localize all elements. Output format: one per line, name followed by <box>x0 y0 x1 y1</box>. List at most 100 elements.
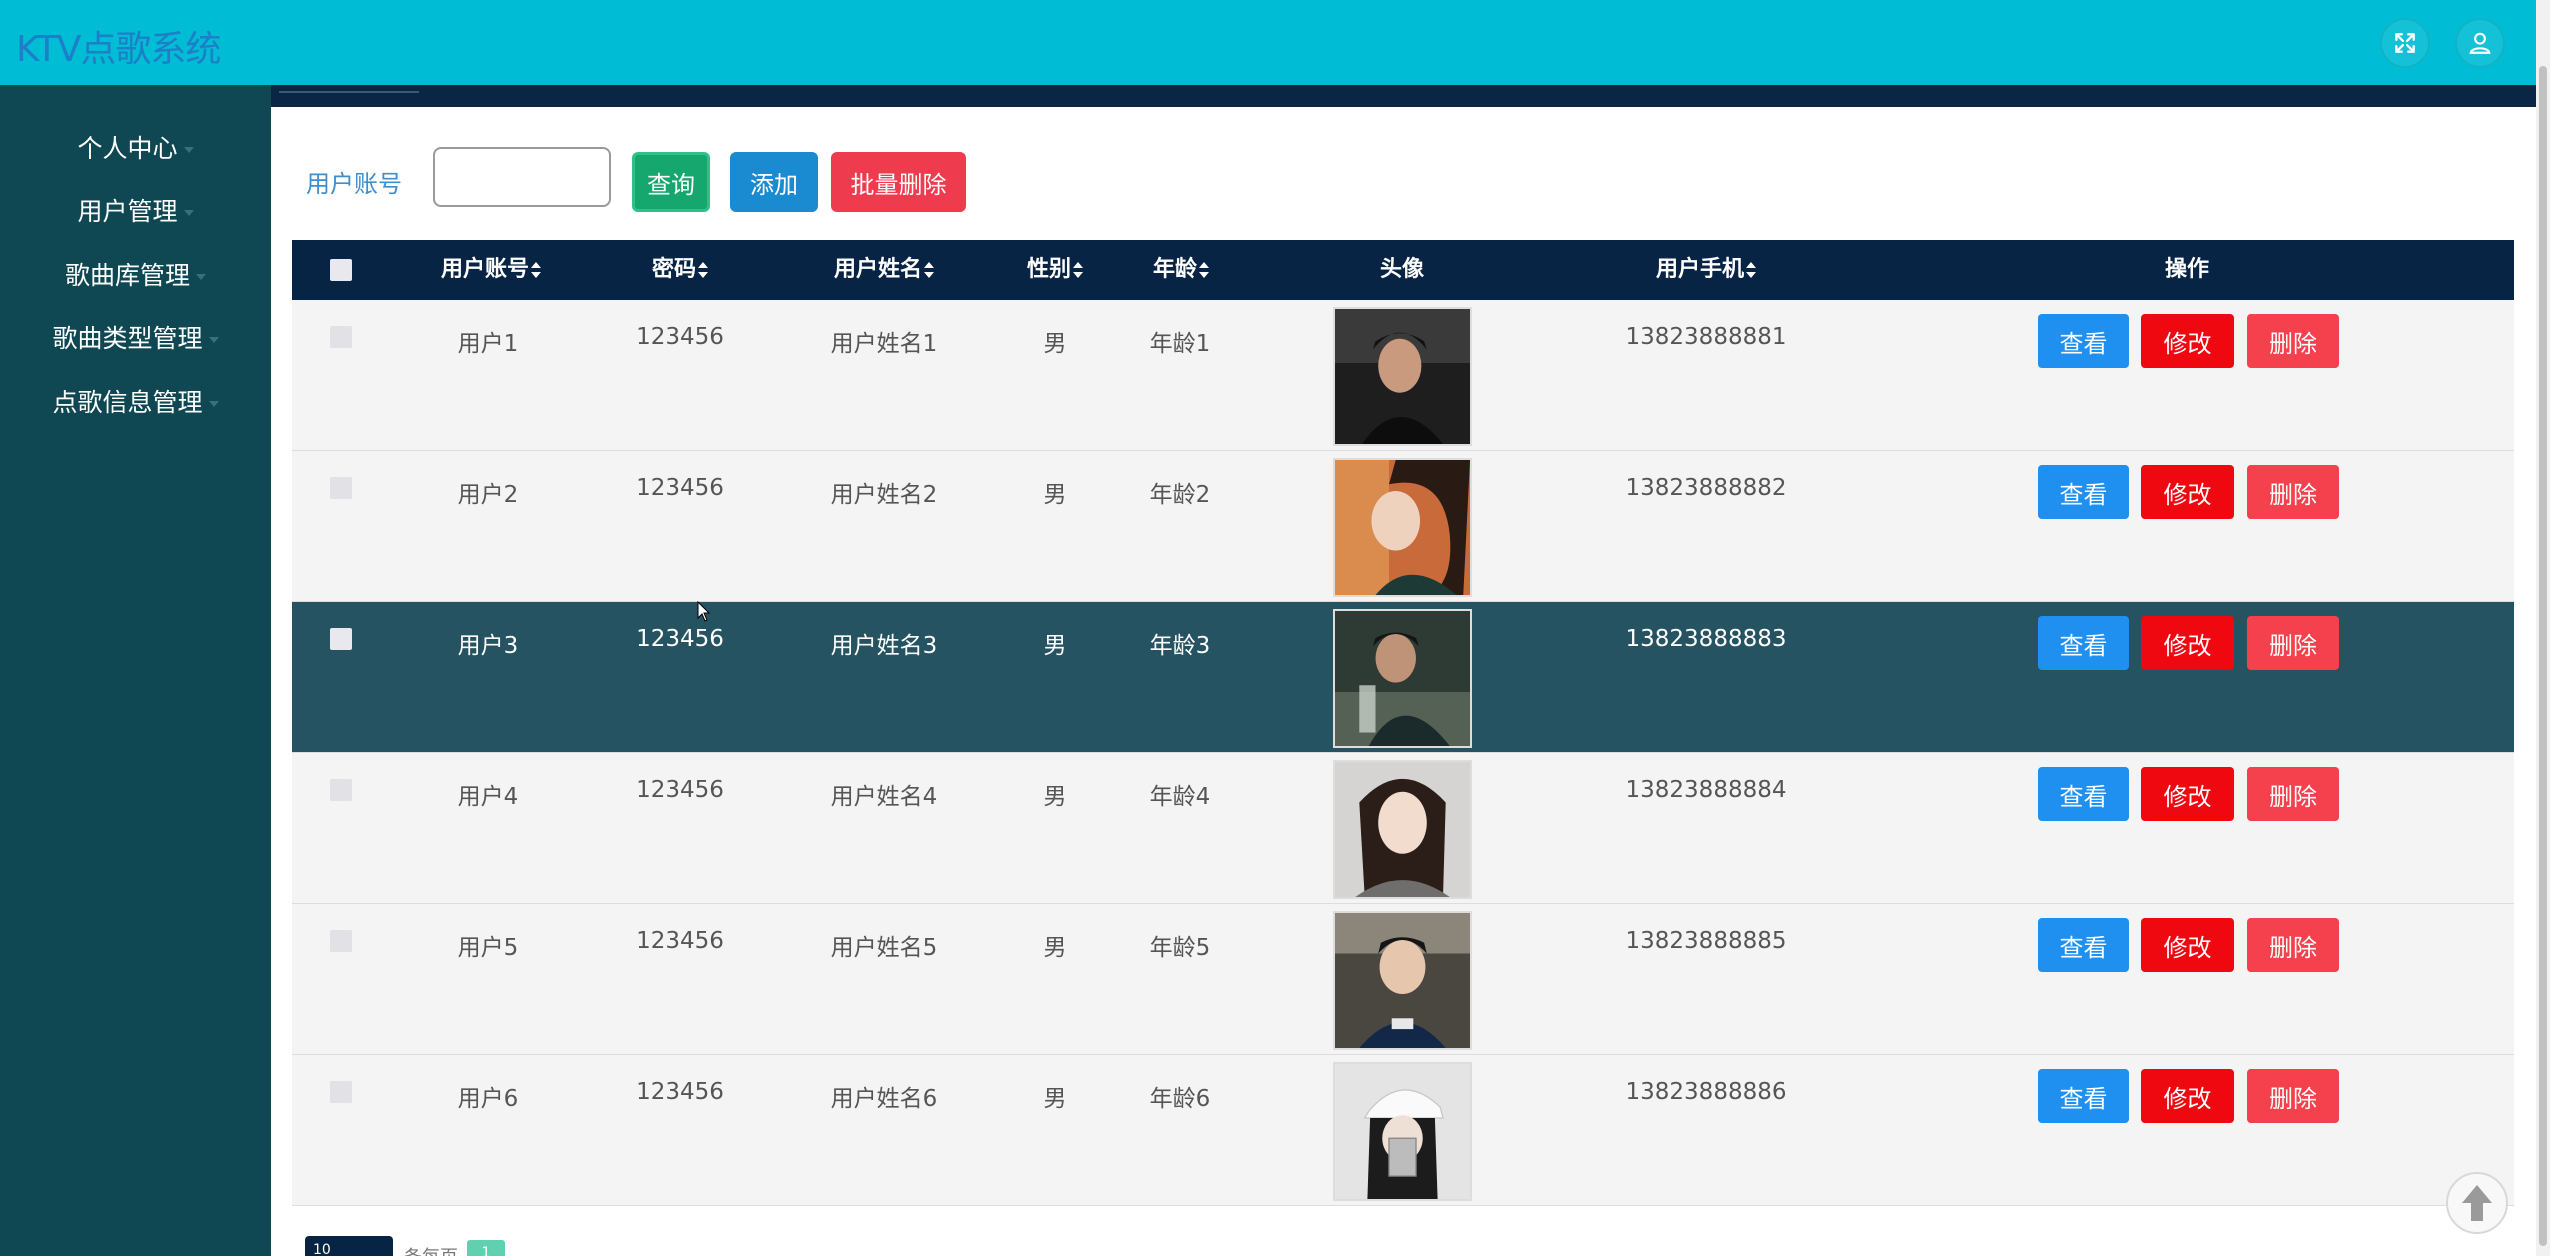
view-button[interactable]: 查看 <box>2038 918 2129 972</box>
app-title: KTV点歌系统 <box>16 29 221 70</box>
edit-button[interactable]: 修改 <box>2141 1069 2234 1123</box>
delete-button[interactable]: 删除 <box>2247 1069 2339 1123</box>
sidebar-item-user-management[interactable]: 用户管理 <box>0 184 271 240</box>
page-size-select[interactable]: 10 <box>305 1236 393 1256</box>
sort-icon <box>1199 262 1210 278</box>
cell-account: 用户2 <box>457 482 519 508</box>
sidebar-item-label: 歌曲类型管理 <box>52 324 203 353</box>
row-checkbox[interactable] <box>330 477 352 499</box>
sidebar-item-label: 点歌信息管理 <box>52 388 203 417</box>
arrow-up-icon <box>2462 1185 2492 1221</box>
cell-phone: 13823888886 <box>1625 1079 1787 1105</box>
select-all-checkbox[interactable] <box>330 259 352 281</box>
view-button[interactable]: 查看 <box>2038 767 2129 821</box>
cell-age: 年龄3 <box>1149 633 1211 659</box>
cell-name: 用户姓名3 <box>830 633 938 659</box>
mouse-cursor-icon <box>697 601 711 622</box>
user-table: 用户账号 密码 用户姓名 性别 年龄 头像 用户手机 操作 用户1 123456… <box>292 240 2514 1206</box>
back-to-top-button[interactable] <box>2446 1172 2508 1234</box>
row-checkbox[interactable] <box>330 930 352 952</box>
table-header: 用户账号 密码 用户姓名 性别 年龄 头像 用户手机 操作 <box>292 240 2514 300</box>
sort-icon <box>531 262 542 278</box>
cell-account: 用户5 <box>457 935 519 961</box>
avatar-image[interactable] <box>1333 760 1472 899</box>
cell-name: 用户姓名1 <box>830 331 938 357</box>
edit-button[interactable]: 修改 <box>2141 918 2234 972</box>
table-row[interactable]: 用户1 123456 用户姓名1 男 年龄1 13823888881 查看 修改… <box>292 300 2514 451</box>
row-checkbox[interactable] <box>330 1081 352 1103</box>
delete-button[interactable]: 删除 <box>2247 616 2339 670</box>
fullscreen-icon <box>2395 33 2415 53</box>
cell-phone: 13823888882 <box>1625 475 1787 501</box>
cell-account: 用户6 <box>457 1086 519 1112</box>
cell-gender: 男 <box>1043 784 1067 810</box>
avatar-image[interactable] <box>1333 307 1472 446</box>
cell-phone: 13823888885 <box>1625 928 1787 954</box>
scrollbar-thumb[interactable] <box>2539 66 2547 1246</box>
user-icon <box>2469 32 2491 54</box>
edit-button[interactable]: 修改 <box>2141 616 2234 670</box>
column-header-account[interactable]: 用户账号 <box>441 240 542 300</box>
sort-icon <box>698 262 709 278</box>
tab-indicator <box>279 91 419 93</box>
sidebar-item-song-library[interactable]: 歌曲库管理 <box>0 248 271 304</box>
column-header-gender[interactable]: 性别 <box>1027 240 1084 300</box>
search-label: 用户账号 <box>306 170 402 198</box>
cell-age: 年龄2 <box>1149 482 1211 508</box>
avatar-image[interactable] <box>1333 1062 1472 1201</box>
current-page-button[interactable]: 1 <box>467 1240 505 1256</box>
delete-button[interactable]: 删除 <box>2247 918 2339 972</box>
view-button[interactable]: 查看 <box>2038 616 2129 670</box>
cell-name: 用户姓名6 <box>830 1086 938 1112</box>
user-menu-button[interactable] <box>2455 18 2505 68</box>
top-header: KTV点歌系统 <box>0 0 2536 85</box>
add-button[interactable]: 添加 <box>730 152 818 212</box>
table-row[interactable]: 用户2 123456 用户姓名2 男 年龄2 13823888882 查看 修改… <box>292 451 2514 602</box>
column-header-password[interactable]: 密码 <box>652 240 709 300</box>
avatar-image[interactable] <box>1333 911 1472 1050</box>
view-button[interactable]: 查看 <box>2038 465 2129 519</box>
view-button[interactable]: 查看 <box>2038 1069 2129 1123</box>
cell-age: 年龄1 <box>1149 331 1211 357</box>
cell-gender: 男 <box>1043 633 1067 659</box>
edit-button[interactable]: 修改 <box>2141 465 2234 519</box>
delete-button[interactable]: 删除 <box>2247 767 2339 821</box>
row-checkbox[interactable] <box>330 628 352 650</box>
cell-password: 123456 <box>636 1079 724 1105</box>
cell-password: 123456 <box>636 928 724 954</box>
chevron-down-icon <box>196 274 206 280</box>
sort-icon <box>924 262 935 278</box>
batch-delete-button[interactable]: 批量删除 <box>831 152 966 212</box>
cell-account: 用户4 <box>457 784 519 810</box>
column-header-phone[interactable]: 用户手机 <box>1656 240 1757 300</box>
cell-name: 用户姓名5 <box>830 935 938 961</box>
vertical-scrollbar[interactable] <box>2536 0 2550 1256</box>
view-button[interactable]: 查看 <box>2038 314 2129 368</box>
delete-button[interactable]: 删除 <box>2247 314 2339 368</box>
tab-strip <box>271 85 2536 107</box>
table-row[interactable]: 用户6 123456 用户姓名6 男 年龄6 13823888886 查看 修改… <box>292 1055 2514 1206</box>
table-row[interactable]: 用户5 123456 用户姓名5 男 年龄5 13823888885 查看 修改… <box>292 904 2514 1055</box>
cell-phone: 13823888881 <box>1625 324 1787 350</box>
column-header-age[interactable]: 年龄 <box>1153 240 1210 300</box>
sidebar-item-song-request[interactable]: 点歌信息管理 <box>0 375 271 431</box>
query-button[interactable]: 查询 <box>632 152 710 212</box>
cell-phone: 13823888883 <box>1625 626 1787 652</box>
sidebar-item-personal-center[interactable]: 个人中心 <box>0 121 271 177</box>
sidebar-item-label: 歌曲库管理 <box>64 261 190 290</box>
row-checkbox[interactable] <box>330 779 352 801</box>
sidebar-item-song-type[interactable]: 歌曲类型管理 <box>0 311 271 367</box>
table-row[interactable]: 用户4 123456 用户姓名4 男 年龄4 13823888884 查看 修改… <box>292 753 2514 904</box>
avatar-image[interactable] <box>1333 458 1472 597</box>
table-row[interactable]: 用户3 123456 用户姓名3 男 年龄3 13823888883 查看 修改… <box>292 602 2514 753</box>
chevron-down-icon <box>183 147 194 153</box>
search-input[interactable] <box>433 147 611 207</box>
delete-button[interactable]: 删除 <box>2247 465 2339 519</box>
fullscreen-button[interactable] <box>2380 18 2430 68</box>
edit-button[interactable]: 修改 <box>2141 314 2234 368</box>
row-checkbox[interactable] <box>330 326 352 348</box>
avatar-image[interactable] <box>1333 609 1472 748</box>
edit-button[interactable]: 修改 <box>2141 767 2234 821</box>
cell-password: 123456 <box>636 626 724 652</box>
column-header-name[interactable]: 用户姓名 <box>834 240 935 300</box>
